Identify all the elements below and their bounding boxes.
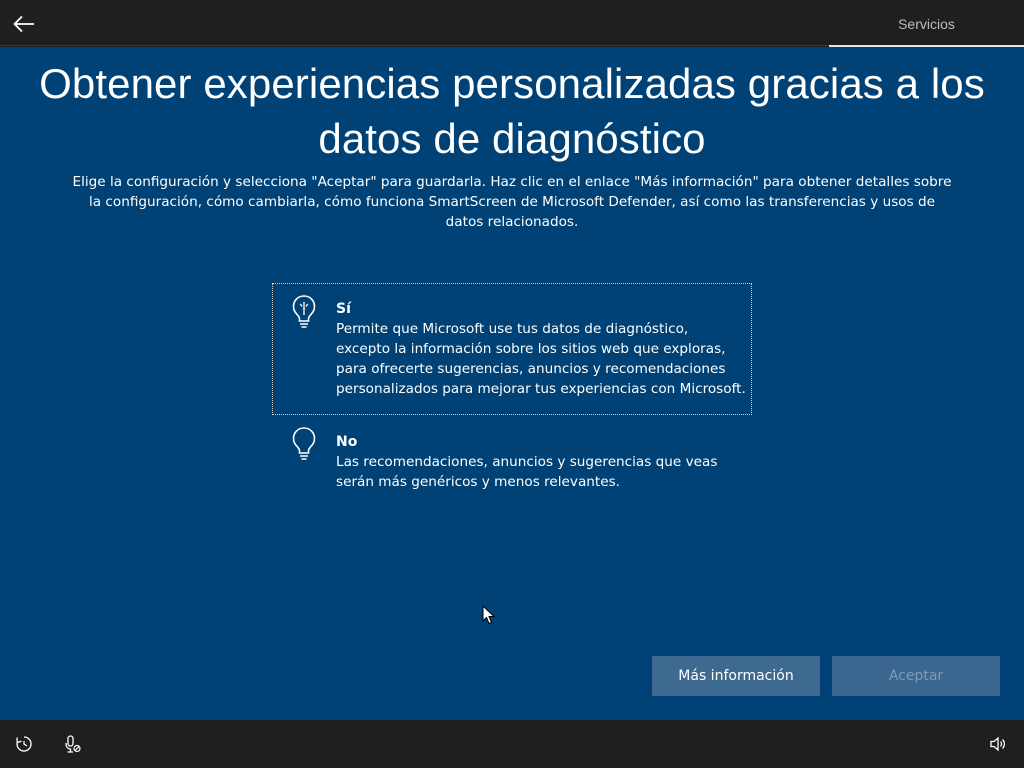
- option-no-title: No: [336, 434, 358, 450]
- top-bar: Servicios: [0, 0, 1024, 47]
- option-yes[interactable]: Sí Permite que Microsoft use tus datos d…: [272, 283, 752, 415]
- top-divider: [0, 45, 829, 46]
- lightbulb-on-icon: [292, 295, 316, 328]
- option-yes-text: Sí Permite que Microsoft use tus datos d…: [336, 299, 746, 399]
- back-button[interactable]: [9, 9, 39, 39]
- volume-icon[interactable]: [988, 734, 1008, 754]
- option-no-body: Las recomendaciones, anuncios y sugerenc…: [336, 454, 718, 490]
- lightbulb-off-icon: [292, 427, 316, 460]
- more-info-button[interactable]: Más información: [652, 656, 820, 696]
- page-title: Obtener experiencias personalizadas grac…: [39, 60, 985, 162]
- mouse-cursor-icon: [482, 605, 496, 625]
- option-yes-title: Sí: [336, 301, 351, 317]
- accept-button[interactable]: Aceptar: [832, 656, 1000, 696]
- tab-services: Servicios: [829, 0, 1024, 47]
- back-arrow-icon: [13, 15, 34, 33]
- option-yes-body: Permite que Microsoft use tus datos de d…: [336, 321, 746, 397]
- option-no[interactable]: No Las recomendaciones, anuncios y suger…: [272, 415, 752, 501]
- microphone-icon[interactable]: [62, 734, 82, 754]
- ease-of-access-icon[interactable]: [14, 734, 34, 754]
- option-no-text: No Las recomendaciones, anuncios y suger…: [336, 432, 746, 492]
- bottom-bar: [0, 720, 1024, 768]
- page-description: Elige la configuración y selecciona "Ace…: [72, 174, 952, 230]
